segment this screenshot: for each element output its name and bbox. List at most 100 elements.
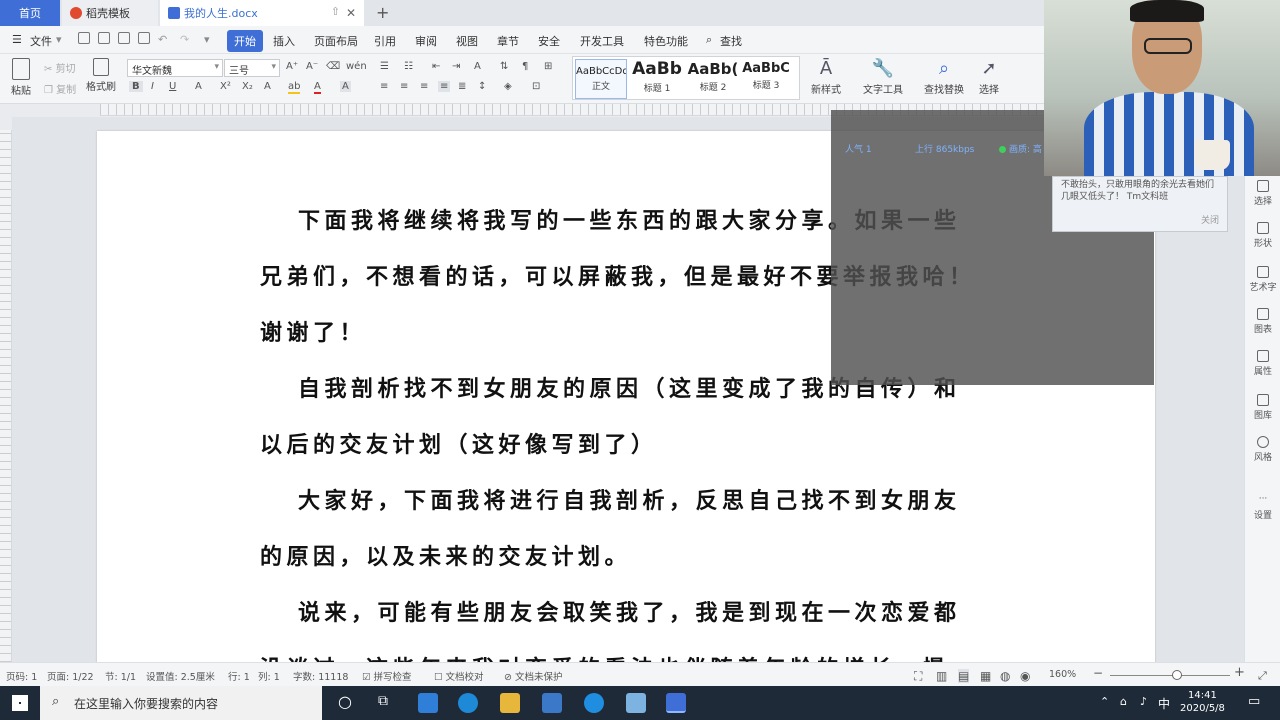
shading-icon[interactable]: ◈ bbox=[504, 81, 512, 92]
menu-insert[interactable]: 插入 bbox=[273, 33, 295, 49]
hamburger-icon[interactable]: ☰ bbox=[12, 33, 22, 46]
select-button[interactable]: ➚ 选择 bbox=[974, 58, 1004, 96]
phonetic-icon[interactable]: wén bbox=[346, 61, 367, 72]
copy-button[interactable]: ❐ 复制 bbox=[44, 81, 76, 96]
tab-templates[interactable]: 稻壳模板 bbox=[62, 0, 158, 26]
subscript-icon[interactable]: X₂ bbox=[242, 81, 253, 92]
eye-protect-icon[interactable]: ◉ bbox=[1020, 669, 1030, 683]
side-gallery[interactable]: 图库 bbox=[1245, 394, 1280, 421]
find-replace-button[interactable]: ⌕ 查找替换 bbox=[918, 58, 970, 96]
network-icon[interactable]: ⌂ bbox=[1120, 695, 1127, 708]
store-icon[interactable] bbox=[542, 693, 562, 713]
line-spacing-icon[interactable]: ↕ bbox=[478, 81, 486, 92]
menu-references[interactable]: 引用 bbox=[374, 33, 396, 49]
zoom-in-icon[interactable]: + bbox=[1234, 665, 1245, 680]
side-select[interactable]: 选择 bbox=[1245, 180, 1280, 207]
spell-check-button[interactable]: ☑ 拼写检查 bbox=[362, 669, 412, 683]
distribute-icon[interactable]: ≣ bbox=[458, 81, 466, 92]
ime-indicator[interactable]: 中 bbox=[1158, 695, 1170, 712]
task-view-icon[interactable]: ⧉ bbox=[378, 693, 388, 709]
font-name-select[interactable]: 华文新魏 bbox=[127, 59, 223, 77]
tab-home[interactable]: 首页 bbox=[0, 0, 60, 26]
redo-icon[interactable]: ↷ bbox=[180, 33, 189, 46]
zoom-level[interactable]: 160% bbox=[1049, 669, 1076, 680]
close-tab-icon[interactable]: ✕ bbox=[346, 6, 356, 20]
menu-layout[interactable]: 页面布局 bbox=[314, 33, 358, 49]
protect-status[interactable]: ⊘ 文档未保护 bbox=[504, 669, 563, 683]
side-properties[interactable]: 属性 bbox=[1245, 350, 1280, 377]
undo-icon[interactable]: ↶ bbox=[158, 33, 167, 46]
edge-browser-icon[interactable] bbox=[458, 693, 478, 713]
shrink-font-icon[interactable]: A⁻ bbox=[306, 61, 318, 72]
menu-search[interactable]: 查找 bbox=[720, 33, 742, 49]
font-size-select[interactable]: 三号 bbox=[224, 59, 280, 77]
chevron-down-icon[interactable]: ▾ bbox=[56, 33, 62, 46]
chinese-layout-icon[interactable]: A bbox=[474, 61, 481, 72]
side-style[interactable]: 风格 bbox=[1245, 436, 1280, 463]
increase-indent-icon[interactable]: ⇥ bbox=[452, 61, 460, 72]
side-settings[interactable]: ··· 设置 bbox=[1245, 494, 1280, 521]
menu-features[interactable]: 特色功能 bbox=[644, 33, 688, 49]
show-marks-icon[interactable]: ¶ bbox=[522, 61, 528, 72]
bullets-icon[interactable]: ☰ bbox=[380, 61, 389, 72]
file-explorer-icon[interactable] bbox=[500, 693, 520, 713]
side-wordart[interactable]: 艺术字 bbox=[1245, 266, 1280, 293]
menu-review[interactable]: 审阅 bbox=[415, 33, 437, 49]
font-color-icon[interactable]: A bbox=[314, 81, 321, 94]
zoom-out-icon[interactable]: − bbox=[1093, 666, 1103, 680]
menu-security[interactable]: 安全 bbox=[538, 33, 560, 49]
menu-file[interactable]: 文件 bbox=[30, 33, 52, 49]
char-shading-icon[interactable]: A bbox=[340, 81, 351, 92]
side-chart[interactable]: 图表 bbox=[1245, 308, 1280, 335]
page-view-icon[interactable]: ▤ bbox=[958, 669, 970, 683]
align-center-icon[interactable]: ≡ bbox=[400, 81, 408, 92]
numbering-icon[interactable]: ☷ bbox=[404, 61, 413, 72]
format-painter-button[interactable]: 格式刷 bbox=[84, 58, 118, 93]
borders-icon[interactable]: ⊡ bbox=[532, 81, 540, 92]
mail-icon[interactable] bbox=[418, 693, 438, 713]
highlight-icon[interactable]: ab bbox=[288, 81, 301, 94]
zoom-slider-track[interactable] bbox=[1110, 675, 1230, 676]
status-page[interactable]: 页面: 1/22 bbox=[47, 669, 94, 683]
new-style-button[interactable]: Ā 新样式 bbox=[806, 58, 846, 96]
search-icon[interactable]: ⌕ bbox=[706, 33, 712, 47]
italic-icon[interactable]: I bbox=[151, 81, 154, 92]
menu-chapter[interactable]: 章节 bbox=[497, 33, 519, 49]
cortana-icon[interactable]: ○ bbox=[338, 692, 352, 711]
justify-icon[interactable]: ≡ bbox=[438, 81, 451, 92]
print-preview-icon[interactable] bbox=[138, 32, 150, 44]
decrease-indent-icon[interactable]: ⇤ bbox=[432, 61, 440, 72]
pin-icon[interactable]: ⇧ bbox=[331, 5, 340, 18]
text-effect-icon[interactable]: A bbox=[264, 81, 271, 92]
menu-view[interactable]: 视图 bbox=[456, 33, 478, 49]
superscript-icon[interactable]: X² bbox=[220, 81, 231, 92]
print-icon[interactable] bbox=[118, 32, 130, 44]
table-icon[interactable]: ⊞ bbox=[544, 61, 552, 72]
volume-icon[interactable]: ♪ bbox=[1140, 695, 1147, 708]
cut-button[interactable]: ✂ 剪切 bbox=[44, 60, 76, 75]
outline-view-icon[interactable]: ▦ bbox=[980, 669, 991, 683]
notification-icon[interactable]: ▭ bbox=[1248, 694, 1260, 709]
align-left-icon[interactable]: ≡ bbox=[380, 81, 388, 92]
paragraph[interactable]: 说来，可能有些朋友会取笑我了，我是到现在一次恋爱都 没谈过，这些年来我对恋爱的看… bbox=[260, 585, 1000, 662]
clear-format-icon[interactable]: ⌫ bbox=[326, 61, 340, 72]
style-heading-2[interactable]: AaBb( 标题 2 bbox=[685, 59, 741, 99]
new-tab-button[interactable]: + bbox=[376, 3, 389, 22]
vertical-ruler[interactable] bbox=[0, 130, 12, 662]
export-pdf-icon[interactable] bbox=[98, 32, 110, 44]
style-heading-3[interactable]: AaBbC 标题 3 bbox=[739, 59, 793, 99]
side-shape[interactable]: 形状 bbox=[1245, 222, 1280, 249]
menu-developer[interactable]: 开发工具 bbox=[580, 33, 624, 49]
sort-icon[interactable]: ⇅ bbox=[500, 61, 508, 72]
style-heading-1[interactable]: AaBb 标题 1 bbox=[629, 59, 685, 99]
paragraph[interactable]: 大家好，下面我将进行自我剖析，反思自己找不到女朋友 的原因，以及未来的交友计划。 bbox=[260, 473, 1000, 585]
underline-icon[interactable]: U bbox=[169, 81, 176, 92]
taskbar-search-box[interactable]: ⌕ 在这里输入你要搜索的内容 bbox=[40, 686, 322, 720]
zoom-slider-knob[interactable] bbox=[1172, 670, 1182, 680]
quick-access-more-icon[interactable]: ▾ bbox=[204, 33, 210, 46]
web-view-icon[interactable]: ◍ bbox=[1000, 669, 1010, 683]
save-icon[interactable] bbox=[78, 32, 90, 44]
wps-writer-icon[interactable] bbox=[666, 693, 686, 713]
chat-close-button[interactable]: 关闭 bbox=[1201, 215, 1219, 227]
status-page-code[interactable]: 页码: 1 bbox=[6, 669, 37, 683]
